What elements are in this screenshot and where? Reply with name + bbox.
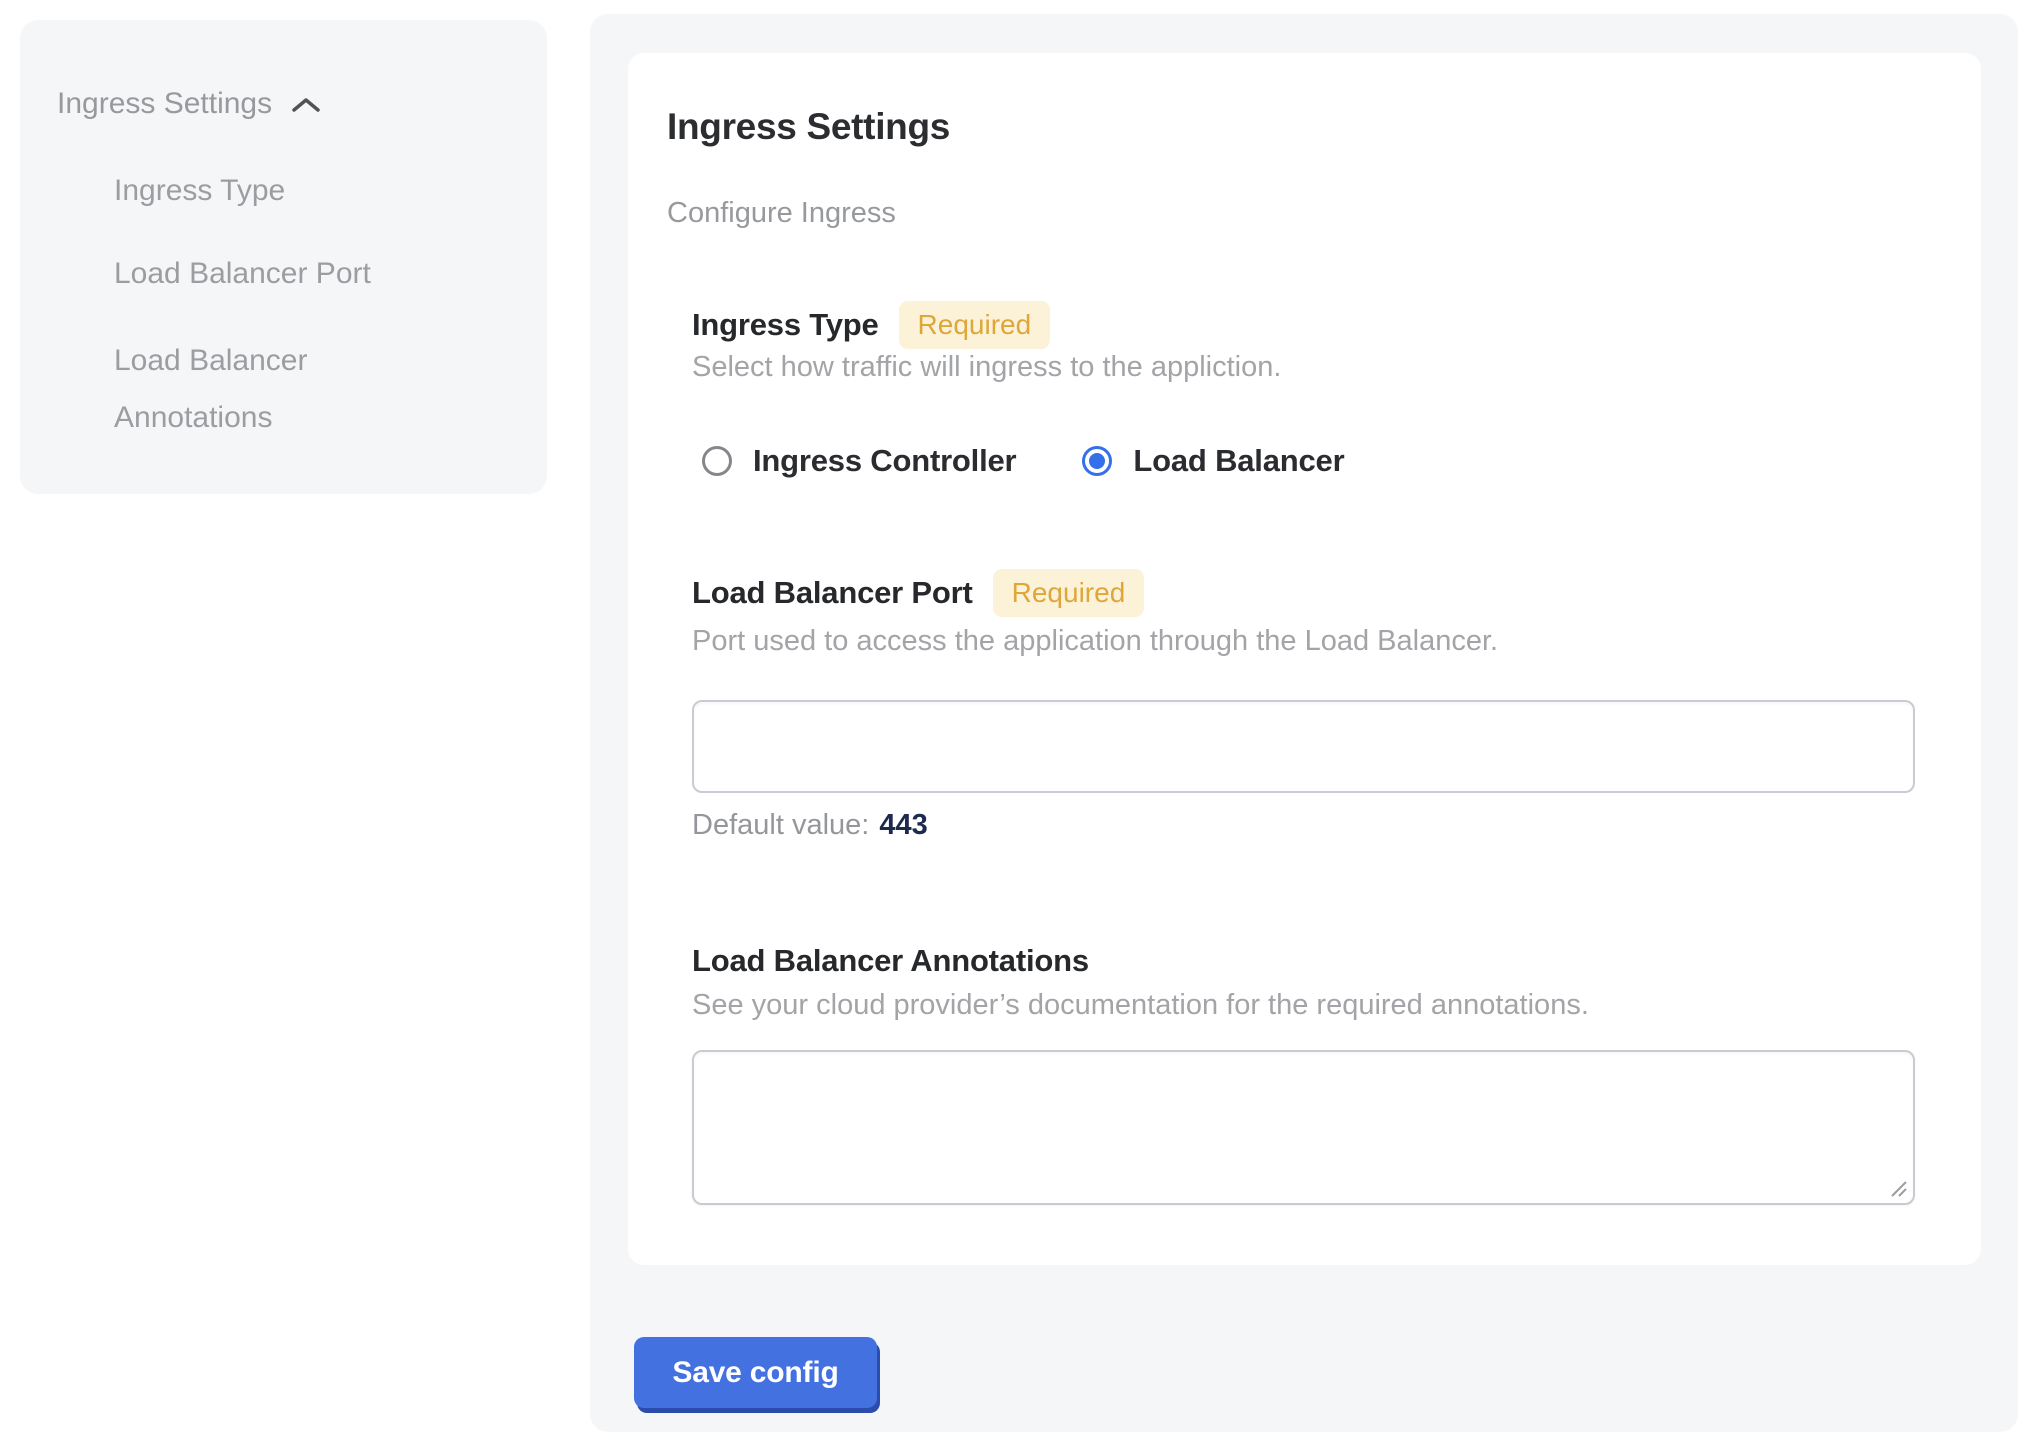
main-panel: Ingress Settings Configure Ingress Ingre… (590, 14, 2018, 1432)
radio-option-load-balancer[interactable]: Load Balancer (1082, 439, 1344, 483)
lb-annotations-textarea-wrap (692, 1050, 1915, 1205)
lb-annotations-label: Load Balancer Annotations (692, 939, 1089, 983)
lb-port-header: Load Balancer Port Required (692, 569, 1144, 617)
lb-port-input[interactable] (692, 700, 1915, 793)
save-config-button[interactable]: Save config (634, 1337, 877, 1408)
sidebar-item-load-balancer-annotations[interactable]: Load Balancer Annotations (114, 332, 454, 446)
ingress-type-label: Ingress Type (692, 303, 879, 347)
lb-annotations-description: See your cloud provider’s documentation … (692, 985, 1589, 1025)
lb-annotations-textarea[interactable] (692, 1050, 1915, 1205)
ingress-type-header: Ingress Type Required (692, 301, 1050, 349)
ingress-type-description: Select how traffic will ingress to the a… (692, 347, 1281, 387)
sidebar-group-ingress-settings[interactable]: Ingress Settings (57, 84, 322, 124)
sidebar-item-load-balancer-port[interactable]: Load Balancer Port (114, 255, 454, 293)
required-badge: Required (993, 569, 1145, 617)
sidebar-group-label: Ingress Settings (57, 84, 272, 124)
radio-selected-icon[interactable] (1082, 446, 1112, 476)
lb-port-label: Load Balancer Port (692, 571, 973, 615)
ingress-settings-card: Ingress Settings Configure Ingress Ingre… (628, 53, 1981, 1265)
radio-label-load-balancer: Load Balancer (1133, 439, 1344, 483)
resize-handle-icon[interactable] (1886, 1176, 1908, 1198)
radio-option-ingress-controller[interactable]: Ingress Controller (702, 439, 1016, 483)
page-subtitle: Configure Ingress (667, 193, 896, 233)
settings-sidebar: Ingress Settings Ingress Type Load Balan… (20, 20, 547, 494)
ingress-type-radio-group: Ingress Controller Load Balancer (702, 433, 1344, 489)
default-value-number: 443 (879, 809, 927, 841)
page-title: Ingress Settings (667, 103, 950, 151)
radio-unselected-icon[interactable] (702, 446, 732, 476)
chevron-up-icon (290, 95, 322, 115)
sidebar-item-ingress-type[interactable]: Ingress Type (114, 172, 454, 210)
lb-annotations-header: Load Balancer Annotations (692, 939, 1089, 983)
default-value-label: Default value: (692, 809, 869, 841)
lb-port-description: Port used to access the application thro… (692, 621, 1498, 661)
radio-label-ingress-controller: Ingress Controller (753, 439, 1016, 483)
lb-port-default-line: Default value: 443 (692, 805, 928, 845)
required-badge: Required (899, 301, 1051, 349)
